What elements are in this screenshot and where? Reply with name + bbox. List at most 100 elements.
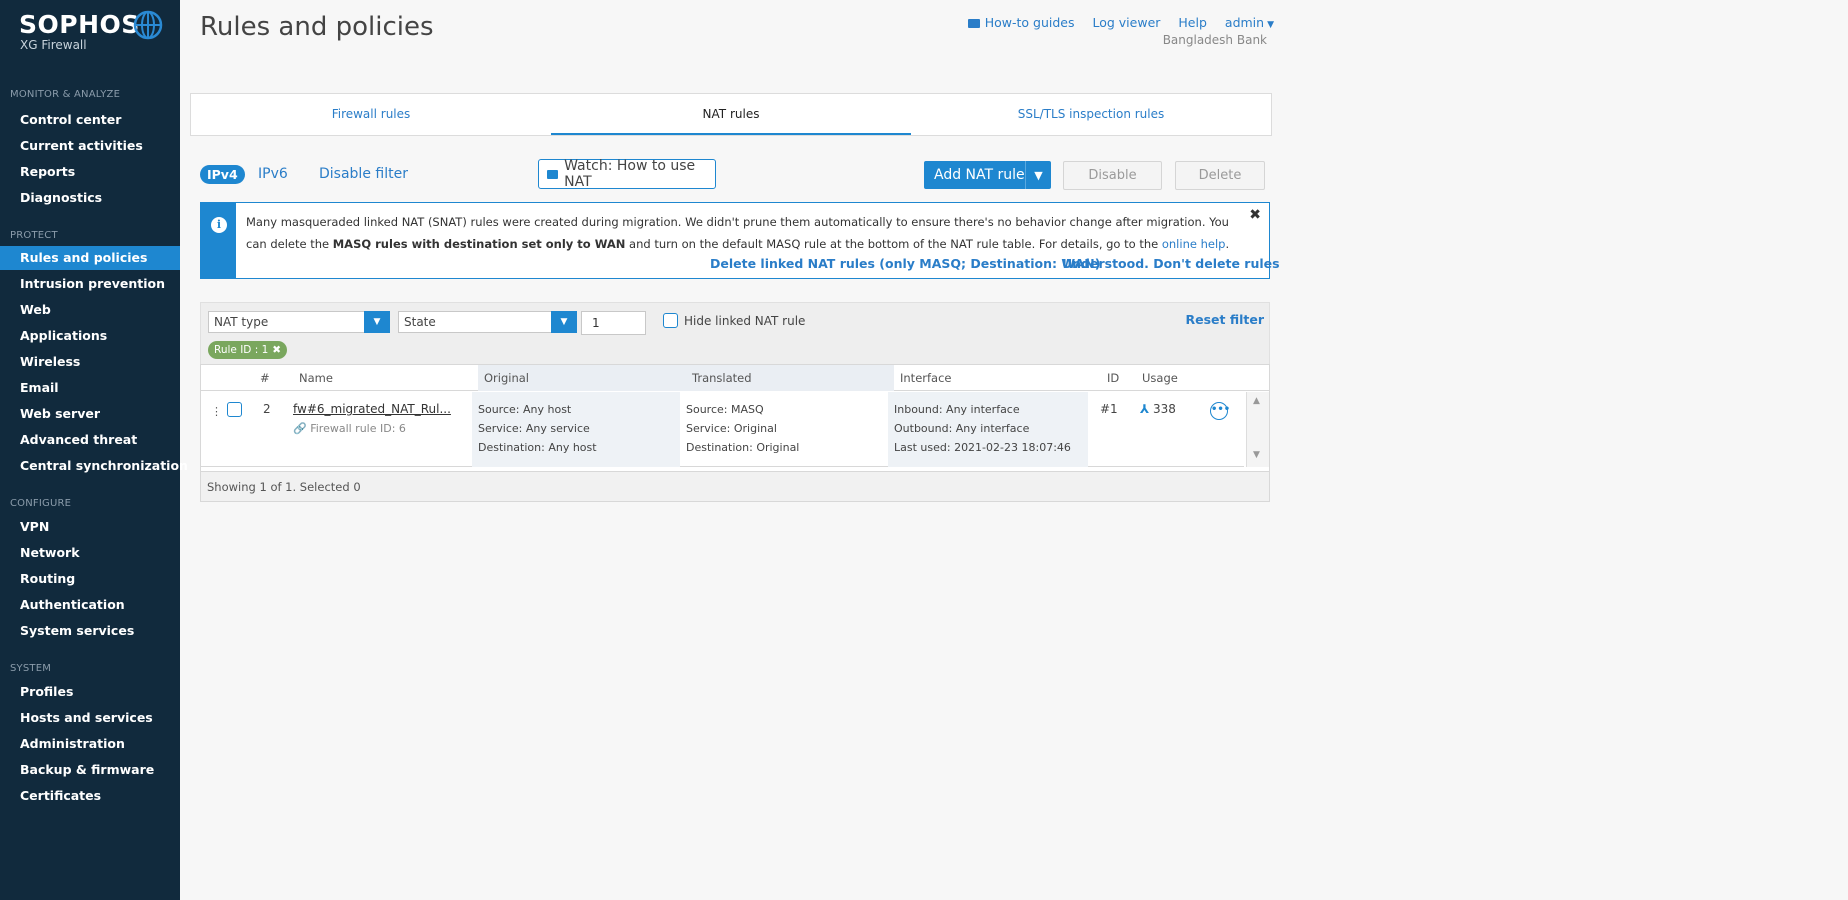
tab-bar: Firewall rules NAT rules SSL/TLS inspect… <box>190 93 1272 136</box>
inbound-interface: Inbound: Any interface <box>894 403 1020 416</box>
sidebar-item-wireless[interactable]: Wireless <box>0 350 180 374</box>
table-scrollbar[interactable]: ▲ ▼ <box>1246 392 1269 467</box>
online-help-link[interactable]: online help <box>1162 237 1226 251</box>
delete-button[interactable]: Delete <box>1175 161 1265 190</box>
sidebar-item-system-services[interactable]: System services <box>0 619 180 643</box>
dont-delete-rules-link[interactable]: Understood. Don't delete rules <box>1062 256 1280 271</box>
hide-linked-option[interactable]: Hide linked NAT rule <box>663 313 805 328</box>
disable-filter-link[interactable]: Disable filter <box>319 166 408 182</box>
usage-cell: ⅄ 338 <box>1134 392 1199 467</box>
original-service: Service: Any service <box>478 422 590 435</box>
last-used: Last used: 2021-02-23 18:07:46 <box>894 441 1071 454</box>
add-nat-rule-button[interactable]: Add NAT rule ▼ <box>924 161 1051 189</box>
tab-firewall-rules[interactable]: Firewall rules <box>191 94 551 135</box>
row-checkbox[interactable] <box>227 402 242 417</box>
rule-id: #1 <box>1100 402 1118 416</box>
page-title: Rules and policies <box>200 12 434 42</box>
info-icon: i <box>211 217 227 233</box>
hide-linked-checkbox[interactable] <box>663 313 678 328</box>
sidebar-item-web-server[interactable]: Web server <box>0 402 180 426</box>
state-value: State <box>404 315 436 329</box>
hide-linked-label: Hide linked NAT rule <box>684 313 806 328</box>
nat-type-select[interactable]: NAT type ▼ <box>208 311 390 333</box>
firewall-rule-id: Firewall rule ID: 6 <box>310 422 406 435</box>
sidebar-item-web[interactable]: Web <box>0 298 180 322</box>
outbound-interface: Outbound: Any interface <box>894 422 1030 435</box>
sidebar-item-network[interactable]: Network <box>0 541 180 565</box>
col-usage: Usage <box>1142 371 1178 385</box>
rule-id-input[interactable]: 1 <box>581 311 646 335</box>
rule-name-link[interactable]: fw#6_migrated_NAT_Rul... <box>293 400 472 419</box>
delete-linked-nat-rules-link[interactable]: Delete linked NAT rules (only MASQ; Dest… <box>710 256 1100 271</box>
sidebar-item-advanced-threat[interactable]: Advanced threat <box>0 428 180 452</box>
row-number: 2 <box>263 402 271 416</box>
product-name: XG Firewall <box>20 38 87 52</box>
translated-destination: Destination: Original <box>686 441 800 454</box>
chevron-down-icon[interactable]: ▼ <box>1025 161 1051 189</box>
remove-chip-icon[interactable]: ✖ <box>272 341 281 359</box>
howto-label: How-to guides <box>984 15 1075 30</box>
close-icon[interactable]: ✖ <box>1249 207 1261 223</box>
sidebar-item-rules-and-policies[interactable]: Rules and policies <box>0 246 180 270</box>
scroll-down-icon[interactable]: ▼ <box>1253 450 1260 460</box>
howto-link[interactable]: How-to guides <box>967 15 1075 30</box>
sidebar-item-reports[interactable]: Reports <box>0 160 180 184</box>
caret-down-icon: ▼ <box>1267 20 1274 30</box>
col-original: Original <box>478 365 686 391</box>
reset-filter-link[interactable]: Reset filter <box>1185 312 1264 327</box>
sidebar-item-diagnostics[interactable]: Diagnostics <box>0 186 180 210</box>
help-link[interactable]: Help <box>1178 15 1207 30</box>
more-actions-icon[interactable]: ••• <box>1210 402 1230 420</box>
usage-count: 338 <box>1152 402 1176 416</box>
sidebar-item-profiles[interactable]: Profiles <box>0 680 180 704</box>
ipv4-toggle[interactable]: IPv4 <box>200 165 245 184</box>
translated-service: Service: Original <box>686 422 777 435</box>
sidebar-item-intrusion-prevention[interactable]: Intrusion prevention <box>0 272 180 296</box>
original-source: Source: Any host <box>478 403 572 416</box>
translated-cell: Source: MASQ Service: Original Destinati… <box>680 392 888 467</box>
user-name: admin <box>1224 15 1265 30</box>
sidebar-item-applications[interactable]: Applications <box>0 324 180 348</box>
info-message: Many masqueraded linked NAT (SNAT) rules… <box>246 211 1236 255</box>
sidebar-item-backup-firmware[interactable]: Backup & firmware <box>0 758 180 782</box>
sidebar-item-administration[interactable]: Administration <box>0 732 180 756</box>
dropdown-arrow-icon[interactable]: ▼ <box>551 311 577 333</box>
filter-bar: NAT type ▼ State ▼ 1 Hide linked NAT rul… <box>200 302 1270 364</box>
sidebar-item-central-synchronization[interactable]: Central synchronization <box>0 454 188 478</box>
tab-nat-rules[interactable]: NAT rules <box>551 94 911 135</box>
usage-icon: ⅄ <box>1140 402 1150 416</box>
sidebar-item-certificates[interactable]: Certificates <box>0 784 180 808</box>
log-viewer-link[interactable]: Log viewer <box>1092 15 1160 30</box>
sidebar: SOPHOS XG Firewall MONITOR & ANALYZE Con… <box>0 0 188 900</box>
info-text-bold: MASQ rules with destination set only to … <box>332 237 626 251</box>
watch-label: Watch: How to use NAT <box>564 158 696 190</box>
sidebar-item-control-center[interactable]: Control center <box>0 108 180 132</box>
sophos-logo[interactable]: SOPHOS XG Firewall <box>19 10 163 52</box>
watch-video-button[interactable]: Watch: How to use NAT <box>538 158 716 190</box>
dropdown-arrow-icon[interactable]: ▼ <box>364 311 390 333</box>
state-select[interactable]: State ▼ <box>398 311 577 333</box>
sidebar-item-authentication[interactable]: Authentication <box>0 593 180 617</box>
sidebar-item-vpn[interactable]: VPN <box>0 515 180 539</box>
firewall-link[interactable]: 🔗 Firewall rule ID: 6 <box>293 419 472 438</box>
interface-cell: Inbound: Any interface Outbound: Any int… <box>888 392 1088 467</box>
table-row[interactable]: ⋮ 2 fw#6_migrated_NAT_Rul... 🔗 Firewall … <box>201 392 1244 467</box>
table-header: # Name Original Translated Interface ID … <box>201 365 1269 391</box>
sidebar-item-routing[interactable]: Routing <box>0 567 180 591</box>
sidebar-item-hosts-and-services[interactable]: Hosts and services <box>0 706 180 730</box>
disable-button[interactable]: Disable <box>1063 161 1162 190</box>
col-translated: Translated <box>686 365 894 391</box>
link-icon: 🔗 <box>293 422 307 435</box>
tab-ssl-tls-rules[interactable]: SSL/TLS inspection rules <box>911 94 1271 135</box>
video-camera-icon <box>547 169 559 179</box>
row-select[interactable] <box>221 392 251 467</box>
sidebar-item-email[interactable]: Email <box>0 376 180 400</box>
ipv6-toggle[interactable]: IPv6 <box>258 166 288 182</box>
top-links: How-to guides Log viewer Help admin ▼ <box>967 15 1274 30</box>
user-menu[interactable]: admin ▼ <box>1225 15 1274 30</box>
scroll-up-icon[interactable]: ▲ <box>1253 396 1260 406</box>
nat-type-value: NAT type <box>214 315 269 329</box>
col-interface: Interface <box>900 371 952 385</box>
original-destination: Destination: Any host <box>478 441 597 454</box>
sidebar-item-current-activities[interactable]: Current activities <box>0 134 180 158</box>
